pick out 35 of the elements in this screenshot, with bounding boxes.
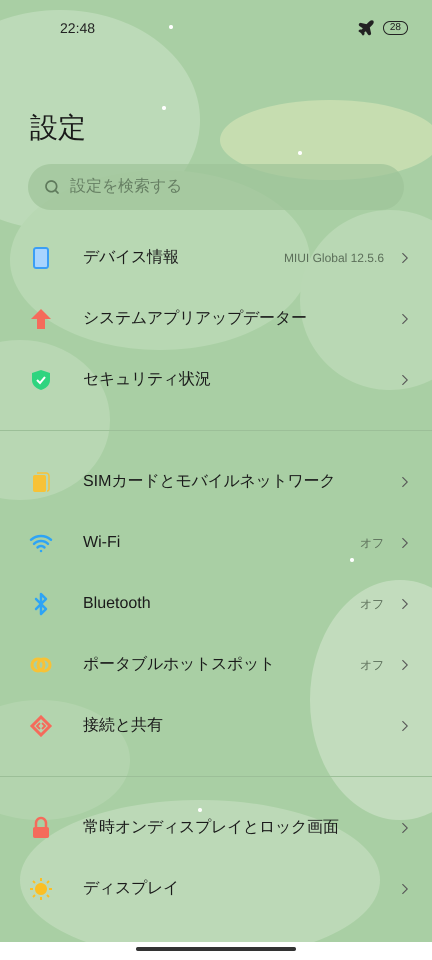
status-time: 22:48 <box>60 18 96 38</box>
home-indicator[interactable] <box>136 947 296 951</box>
item-label: 接続と共有 <box>83 716 164 736</box>
shield-check-icon <box>29 368 53 392</box>
page-title: 設定 <box>29 111 87 145</box>
item-label: SIMカードとモバイルネットワーク <box>83 472 336 492</box>
item-label: Bluetooth <box>83 594 152 614</box>
item-label: ディスプレイ <box>83 878 180 898</box>
settings-item[interactable]: Bluetooth オフ <box>0 573 432 634</box>
sun-icon <box>29 876 53 900</box>
share-icon <box>29 714 53 738</box>
item-label: Wi-Fi <box>83 532 122 552</box>
airplane-icon <box>356 19 375 37</box>
battery-icon: 28 <box>382 21 408 35</box>
item-label: システムアプリアップデーター <box>83 308 308 328</box>
arrow-up-icon <box>29 306 53 330</box>
settings-item[interactable]: デバイス情報 MIUI Global 12.5.6 <box>0 227 432 288</box>
settings-item[interactable]: SIMカードとモバイルネットワーク <box>0 451 432 512</box>
item-value: MIUI Global 12.5.6 <box>284 250 384 266</box>
settings-item[interactable]: 接続と共有 <box>0 695 432 756</box>
settings-item[interactable]: ディスプレイ <box>0 858 432 919</box>
item-value: オフ <box>360 656 384 674</box>
item-value: オフ <box>360 534 384 552</box>
item-label: ポータブルホットスポット <box>83 654 276 674</box>
item-value: オフ <box>360 596 384 612</box>
item-label: デバイス情報 <box>83 248 180 268</box>
settings-item[interactable]: セキュリティ状況 <box>0 349 432 410</box>
settings-item[interactable]: システムアプリアップデーター <box>0 288 432 349</box>
item-label: セキュリティ状況 <box>83 370 212 390</box>
search-field[interactable]: 設定を検索する <box>28 164 404 210</box>
search-icon <box>44 179 60 195</box>
item-label: 常時オンディスプレイとロック画面 <box>83 818 340 838</box>
settings-item[interactable]: ポータブルホットスポット オフ <box>0 634 432 695</box>
settings-item[interactable]: 常時オンディスプレイとロック画面 <box>0 797 432 858</box>
settings-item[interactable]: Wi-Fi オフ <box>0 512 432 573</box>
